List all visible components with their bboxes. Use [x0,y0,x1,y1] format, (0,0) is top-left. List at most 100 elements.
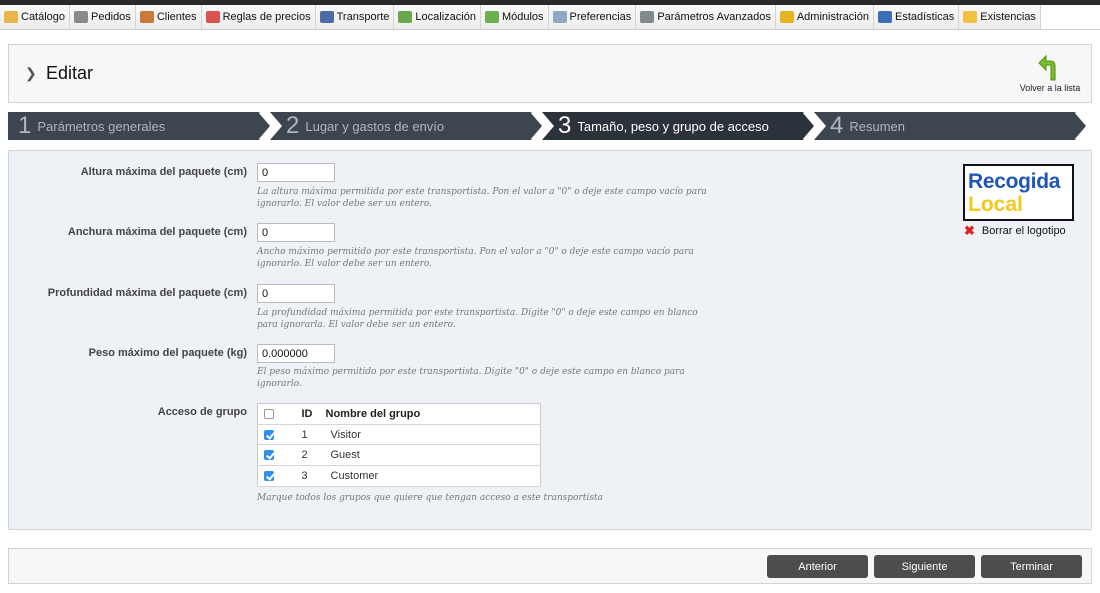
menu-item-administracion[interactable]: Administración [775,5,874,29]
cart-icon [74,11,89,23]
back-arrow-icon [1038,54,1056,81]
menu-item-label: Existencias [980,11,1036,23]
form-panel: Altura máxima del paquete (cm) La altura… [8,150,1092,530]
column-header-id: ID [281,403,322,425]
globe-icon [398,11,413,23]
max-weight-input[interactable] [257,344,335,363]
wizard-step-number: 2 [286,112,300,139]
wizard-background [8,112,1090,140]
user-icon [139,11,154,23]
stock-box-icon [963,11,978,23]
previous-button[interactable]: Anterior [767,555,868,578]
max-width-input[interactable] [257,223,335,242]
table-row: 1 Visitor [257,424,541,446]
max-weight-help: El peso máximo permitido por este transp… [257,367,685,389]
max-weight-label: Peso máximo del paquete (kg) [88,347,247,359]
wizard-step-3[interactable]: 3 Tamaño, peso y grupo de acceso [558,112,769,140]
puzzle-icon [484,11,499,23]
page-title: Editar [46,63,94,83]
group-id: 3 [281,465,322,487]
group-checkbox[interactable] [264,429,274,440]
finish-button[interactable]: Terminar [981,555,1082,578]
menu-item-label: Transporte [336,11,390,23]
menu-item-estadisticas[interactable]: Estadísticas [873,5,960,29]
menu-item-label: Preferencias [569,11,632,23]
key-icon [779,11,794,23]
menu-item-label: Parámetros Avanzados [657,11,771,23]
menu-item-label: Administración [796,11,869,23]
chevron-right-icon: ❯ [25,65,37,81]
group-id: 2 [281,444,322,467]
price-tag-icon [205,11,220,23]
wizard-step-number: 1 [18,112,32,139]
wizard-step-2[interactable]: 2 Lugar y gastos de envío [286,112,444,140]
menu-item-modulos[interactable]: Módulos [480,5,549,29]
group-checkbox[interactable] [264,471,274,481]
menu-item-label: Reglas de precios [222,11,311,23]
select-all-cell [257,403,282,425]
max-width-label: Anchura máxima del paquete (cm) [67,226,247,238]
menu-item-clientes[interactable]: Clientes [135,5,202,29]
wrench-icon [640,11,655,23]
delete-logo-label: Borrar el logotipo [981,225,1066,237]
wizard-step-label: Lugar y gastos de envío [305,118,445,134]
group-id: 1 [281,424,322,446]
page-header: ❯ Editar Volver a la lista [8,44,1092,103]
menu-item-label: Pedidos [91,11,131,23]
wizard-step-number: 4 [830,112,844,139]
max-depth-help: La profundidad máxima permitida por este… [257,308,698,330]
menu-item-transporte[interactable]: Transporte [315,5,395,29]
group-checkbox[interactable] [264,450,274,461]
max-depth-input[interactable] [257,284,335,303]
group-name: Visitor [321,424,541,446]
max-height-label: Altura máxima del paquete (cm) [80,166,247,178]
max-depth-label: Profundidad máxima del paquete (cm) [47,287,247,299]
menu-item-localizacion[interactable]: Localización [394,5,481,29]
bar-chart-icon [877,11,892,23]
delete-logo-link[interactable]: ✖ Borrar el logotipo [964,223,1066,239]
wizard-step-label: Parámetros generales [37,118,166,134]
next-button[interactable]: Siguiente [874,555,975,578]
carrier-logo: Recogida Local [963,164,1074,221]
group-name: Customer [321,465,541,487]
group-access-label: Acceso de grupo [157,406,247,418]
menu-item-preferencias[interactable]: Preferencias [548,5,637,29]
wizard-step-number: 3 [558,112,572,139]
main-menu: Catálogo Pedidos Clientes Reglas de prec… [0,5,1100,30]
row-checkbox-cell [257,465,282,487]
logo-text-line-1: Recogida [968,170,1061,193]
preferences-icon [552,11,567,23]
back-to-list-button[interactable]: Volver a la lista [1012,54,1088,96]
menu-item-existencias[interactable]: Existencias [959,5,1041,29]
menu-spacer [1040,5,1100,29]
menu-item-pedidos[interactable]: Pedidos [70,5,136,29]
menu-item-label: Localización [415,11,476,23]
max-width-help: Ancho máximo permitido por este transpor… [257,247,694,269]
table-row: 2 Guest [257,444,541,467]
menu-item-label: Catálogo [21,11,66,23]
wizard-steps: 1 Parámetros generales 2 Lugar y gastos de… [8,112,1092,140]
group-access-table: ID Nombre del grupo 1 Visitor 2 Guest 3 … [257,403,541,487]
menu-item-label: Estadísticas [894,11,955,23]
menu-item-label: Módulos [501,11,544,23]
column-header-group-name: Nombre del grupo [321,403,541,425]
truck-icon [319,11,334,23]
wizard-footer: Anterior Siguiente Terminar [8,548,1092,584]
wizard-step-label: Tamaño, peso y grupo de acceso [577,118,769,134]
max-height-input[interactable] [257,163,335,182]
delete-icon: ✖ [964,223,975,238]
menu-item-label: Clientes [156,11,197,23]
wizard-step-4[interactable]: 4 Resumen [830,112,905,140]
menu-item-parametros-avanzados[interactable]: Parámetros Avanzados [636,5,776,29]
back-to-list-label: Volver a la lista [1019,83,1081,93]
row-checkbox-cell [257,444,282,467]
menu-item-reglas-de-precios[interactable]: Reglas de precios [201,5,316,29]
row-checkbox-cell [257,424,282,446]
select-all-checkbox[interactable] [264,408,274,419]
table-row: 3 Customer [257,465,541,487]
wizard-step-label: Resumen [849,118,905,134]
menu-item-catalogo[interactable]: Catálogo [0,5,71,29]
table-header-row: ID Nombre del grupo [257,403,541,425]
group-access-help: Marque todos los grupos que quiere que t… [257,493,603,503]
wizard-step-1[interactable]: 1 Parámetros generales [18,112,165,140]
